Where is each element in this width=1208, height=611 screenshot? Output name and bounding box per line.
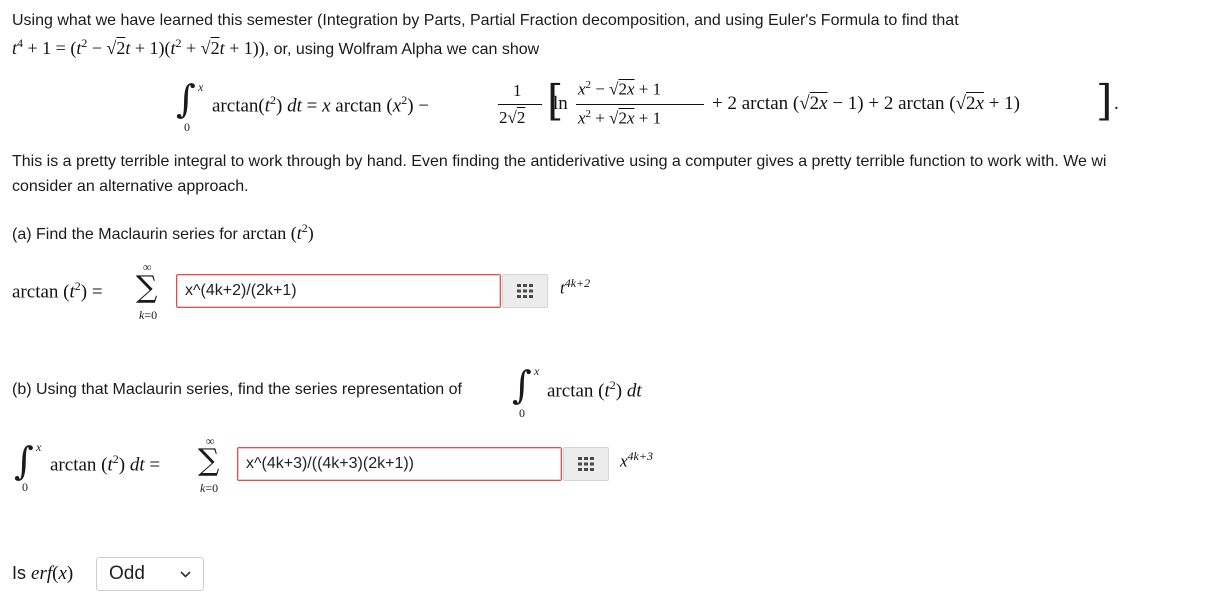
- ln-fraction-bar: [576, 104, 704, 105]
- ln-label: ln: [553, 93, 568, 114]
- part-a-math: arctan (t2): [242, 221, 314, 243]
- part-b-prompt-upper-limit: x: [534, 364, 540, 378]
- ln-denominator: x2 + √2x + 1: [578, 108, 662, 128]
- part-b-answer-input[interactable]: [237, 447, 562, 481]
- part-a-power-exponent: 4k+2: [564, 276, 591, 290]
- erf-expression: erf(x): [31, 563, 74, 584]
- part-b-lhs: arctan (t2) dt =: [50, 452, 161, 476]
- part-a-question: (a) Find the Maclaurin series for arctan…: [12, 221, 314, 244]
- part-a-sigma: ∑: [136, 270, 158, 305]
- part-b-sigma: ∑: [198, 443, 220, 478]
- intro-line-1: Using what we have learned this semester…: [12, 12, 959, 29]
- part-b-power-exponent: 4k+3: [627, 449, 653, 463]
- part-b-prompt-integrand: arctan (t2) dt: [547, 378, 642, 402]
- arctan-terms: + 2 arctan (√2x − 1) + 2 arctan (√2x + 1…: [712, 93, 1020, 114]
- part-b-prompt-lower-limit: 0: [519, 406, 525, 420]
- factorization-formula: t4 + 1 = (t2 − √2t + 1)(t2 + √2t + 1)): [12, 36, 265, 58]
- part-b-lower-limit: 0: [22, 480, 28, 494]
- part-a-lhs: arctan (t2) =: [12, 279, 103, 303]
- part-b-upper-limit: x: [36, 440, 42, 454]
- part-b-integral-sign: ∫: [14, 439, 34, 483]
- right-bracket: ]: [1096, 76, 1113, 125]
- coef-fraction-bar: [498, 104, 542, 105]
- integral-body: arctan(t2) dt = x arctan (x2) −: [212, 93, 429, 117]
- part-b-prompt: (b) Using that Maclaurin series, find th…: [12, 381, 462, 398]
- grid-icon: [517, 284, 533, 298]
- coef-numerator: 1: [513, 81, 522, 100]
- part-c-question: Is erf(x): [12, 563, 73, 585]
- part-b-sum-lower: k=0: [200, 481, 219, 495]
- part-a-equation-editor-button[interactable]: [502, 274, 548, 308]
- part-b-equation-editor-button[interactable]: [563, 447, 609, 481]
- integral-upper-limit: x: [198, 80, 204, 94]
- coef-denominator: 2√2: [499, 108, 526, 127]
- formula-period: .: [1114, 93, 1119, 114]
- chevron-down-icon: [180, 570, 191, 578]
- part-a-answer-input[interactable]: [176, 274, 501, 308]
- part-a-power-term: t4k+2: [560, 276, 590, 299]
- integral-lower-limit: 0: [184, 120, 190, 134]
- part-c-selected-value: Odd: [109, 563, 145, 584]
- part-b-prompt-integral-sign: ∫: [512, 363, 532, 407]
- part-b-power-term: x4k+3: [620, 449, 653, 472]
- intro-line-2: t4 + 1 = (t2 − √2t + 1)(t2 + √2t + 1)), …: [12, 36, 539, 59]
- part-c-prompt: Is: [12, 563, 27, 583]
- part-c-parity-select[interactable]: Odd: [96, 557, 204, 591]
- paragraph-line-2: consider an alternative approach.: [12, 178, 249, 195]
- grid-icon: [578, 457, 594, 471]
- part-a-prompt: (a) Find the Maclaurin series for: [12, 226, 238, 243]
- integral-sign: ∫: [176, 77, 196, 121]
- part-a-sum-lower: k=0: [139, 308, 158, 322]
- ln-numerator: x2 − √2x + 1: [578, 79, 662, 99]
- paragraph-line-1: This is a pretty terrible integral to wo…: [12, 153, 1107, 170]
- intro-line-2-text: , or, using Wolfram Alpha we can show: [264, 41, 540, 58]
- part-b-power-base: x: [620, 451, 628, 471]
